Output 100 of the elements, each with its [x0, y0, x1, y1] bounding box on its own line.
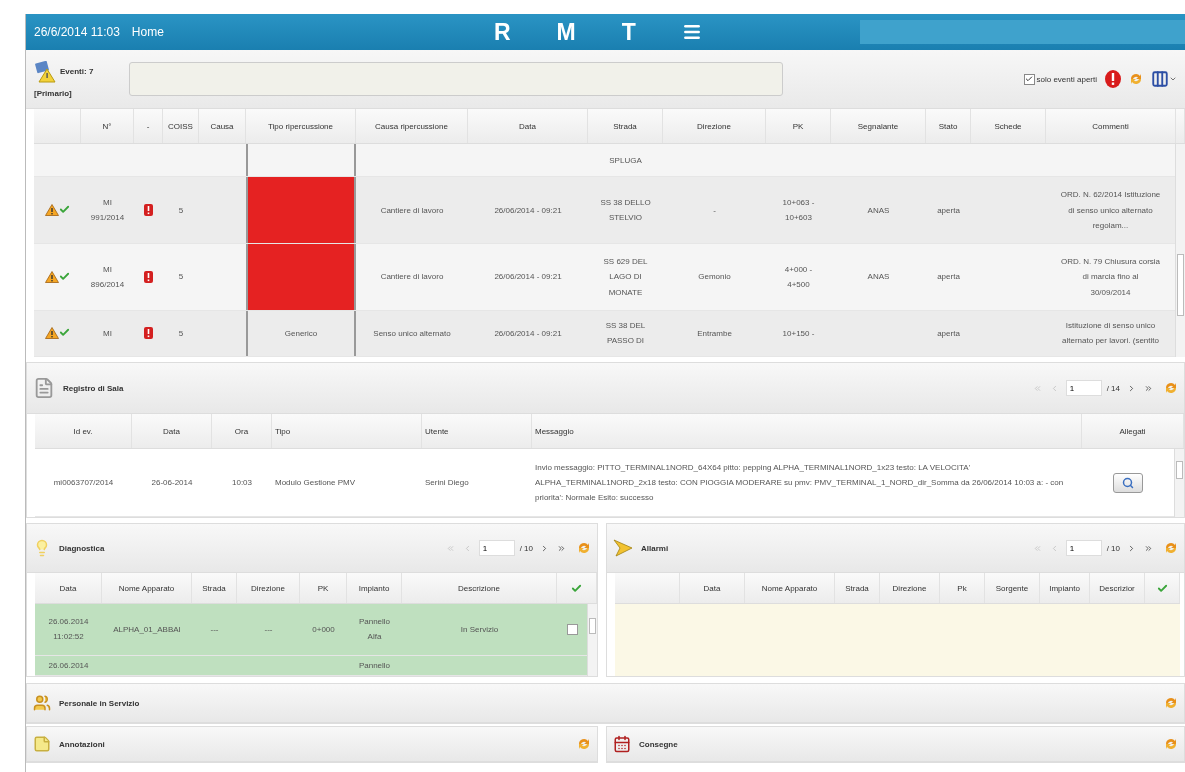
table-cell-text: ALPHA_01_ABBAI: [113, 623, 181, 636]
table-cell-text: Pannello Alfa: [358, 616, 391, 644]
refresh-icon[interactable]: [1164, 696, 1178, 710]
table-cell-text: 26.06.2014 11:02:52: [48, 616, 89, 644]
scrollbar[interactable]: [587, 604, 597, 676]
double-chevron-right-icon: [1143, 383, 1153, 393]
column-header: Stato: [938, 121, 958, 131]
notes-field[interactable]: [129, 62, 783, 96]
table-cell-text: MI 896/2014: [90, 263, 125, 291]
nav-letter[interactable]: T: [621, 18, 636, 46]
refresh-icon[interactable]: [1164, 737, 1178, 751]
column-header: Schede: [994, 121, 1022, 131]
events-scope: [Primario]: [34, 88, 73, 98]
checkbox[interactable]: [566, 623, 578, 635]
column-header: Impianto: [1049, 583, 1080, 593]
table-cell-text: Modulo Gestione PMV: [275, 476, 356, 489]
panel-title: Registro di Sala: [63, 383, 124, 393]
check-icon: [59, 327, 70, 339]
refresh-icon[interactable]: [1164, 381, 1178, 395]
table-cell: Generico: [246, 310, 356, 356]
column-header: Utente: [425, 426, 449, 436]
column-header: Impianto: [358, 583, 390, 593]
page-field[interactable]: 1: [1065, 540, 1102, 556]
table-cell-text: Entrambe: [697, 327, 732, 340]
page-field[interactable]: 1: [478, 540, 515, 556]
document-icon: [33, 377, 55, 399]
table-cell-text: MI: [103, 327, 112, 340]
log-message: Invio messaggio: PITTO_TERMINAL1NORD_64X64 pitto: pepping ALPHA_TERMINAL1NORD_1x23 testo: LA VELOCITA' ALPHA_TERMINAL1NORD_2x18 testo: CON PIOGGIA MODERARE su pmv: PMV_TERMINAL_1_NORD_dir_Somma da 26/06/2014 10:03 a: - con priorita': Normale Esito: successo: [535, 461, 1065, 505]
column-header: Data: [59, 583, 77, 593]
table-cell-text: SS 629 DEL LAGO DI MONATE: [603, 256, 648, 299]
table-cell-text: ---: [264, 623, 273, 636]
table-cell-text: 26.06.2014: [48, 659, 89, 672]
column-header: N°: [102, 121, 112, 131]
refresh-icon[interactable]: [577, 737, 591, 751]
double-chevron-left-icon: [1033, 383, 1043, 393]
table-cell-text: Pannello: [358, 659, 391, 672]
double-chevron-left-icon: [446, 543, 456, 553]
nav-letter[interactable]: M: [556, 18, 576, 46]
column-header: Pk: [957, 583, 967, 593]
attachment-button[interactable]: [1113, 472, 1143, 493]
refresh-icon[interactable]: [577, 541, 591, 555]
alert-icon[interactable]: [1105, 70, 1121, 88]
table-cell-text: Senso unico alternato: [373, 327, 451, 340]
caret-icon: [1169, 75, 1177, 83]
table-cell-text: Cantiere di lavoro: [380, 271, 444, 284]
table-cell-text: aperta: [937, 327, 960, 340]
panel-title: Annotazioni: [59, 739, 105, 749]
scrollbar[interactable]: [1175, 144, 1185, 357]
table-cell-text: 26-06-2014: [151, 476, 193, 489]
scrollbar[interactable]: [1174, 449, 1184, 517]
refresh-icon[interactable]: [1129, 72, 1143, 86]
refresh-icon[interactable]: [1164, 541, 1178, 555]
column-header: Commenti: [1092, 121, 1129, 131]
people-icon: [33, 694, 51, 712]
column-header: Causa ripercussione: [375, 121, 448, 131]
open-events-checkbox[interactable]: solo eventi aperti: [1023, 73, 1097, 85]
table-cell-text: MI 991/2014: [90, 197, 125, 225]
table-cell-text: 5: [178, 204, 184, 217]
table-cell-text: 10:03: [232, 476, 252, 489]
column-header: Tipo: [275, 426, 291, 436]
column-header: Data: [519, 121, 536, 131]
table-cell-text: ANAS: [867, 204, 890, 217]
column-header: Descrizione: [458, 583, 500, 593]
arrow-icon: [613, 539, 633, 557]
nav-letter[interactable]: R: [493, 18, 511, 46]
warning-icon: [45, 327, 59, 340]
table-cell-text: ---: [210, 623, 219, 636]
column-header: Id ev.: [73, 426, 93, 436]
table-cell-text: 0+000: [312, 623, 335, 636]
column-header: Causa: [210, 121, 234, 131]
check-icon: [59, 270, 70, 282]
menu-icon[interactable]: [681, 22, 702, 42]
page-field[interactable]: 1: [1065, 380, 1102, 396]
table-cell-text: ANAS: [867, 271, 890, 284]
double-chevron-left-icon: [1033, 543, 1043, 553]
column-header: Nome Apparato: [118, 583, 175, 593]
events-icon: [34, 60, 56, 83]
column-header: Descrizior: [1099, 583, 1135, 593]
table-cell-text: 26/06/2014 - 09:21: [494, 327, 562, 340]
column-header: Segnalante: [857, 121, 899, 131]
check-icon: [571, 582, 582, 594]
page-total: / 10: [1106, 543, 1120, 553]
search-icon: [1122, 476, 1134, 489]
calendar-icon: [613, 735, 631, 753]
columns-button[interactable]: [1151, 70, 1177, 88]
column-header: Messaggio: [535, 426, 574, 436]
note-icon: [33, 735, 51, 753]
home-link[interactable]: Home: [131, 25, 164, 39]
column-header: Direzione: [697, 121, 731, 131]
column-header: Data: [703, 583, 721, 593]
column-header: Nome Apparato: [761, 583, 818, 593]
table-cell-text: Istituzione di senso unico alternato per lavori. (sentito: [1062, 320, 1159, 348]
table-cell-text: 26/06/2014 - 09:21: [494, 271, 562, 284]
check-icon: [1025, 75, 1033, 83]
column-header: Strada: [613, 121, 637, 131]
column-header: Tipo ripercussione: [267, 121, 334, 131]
panel-title: Consegne: [639, 739, 678, 749]
table-cell-text: SPLUGA: [609, 154, 642, 167]
column-header: -: [146, 121, 150, 131]
table-cell-text: SS 38 DELLO STELVIO: [600, 197, 651, 225]
